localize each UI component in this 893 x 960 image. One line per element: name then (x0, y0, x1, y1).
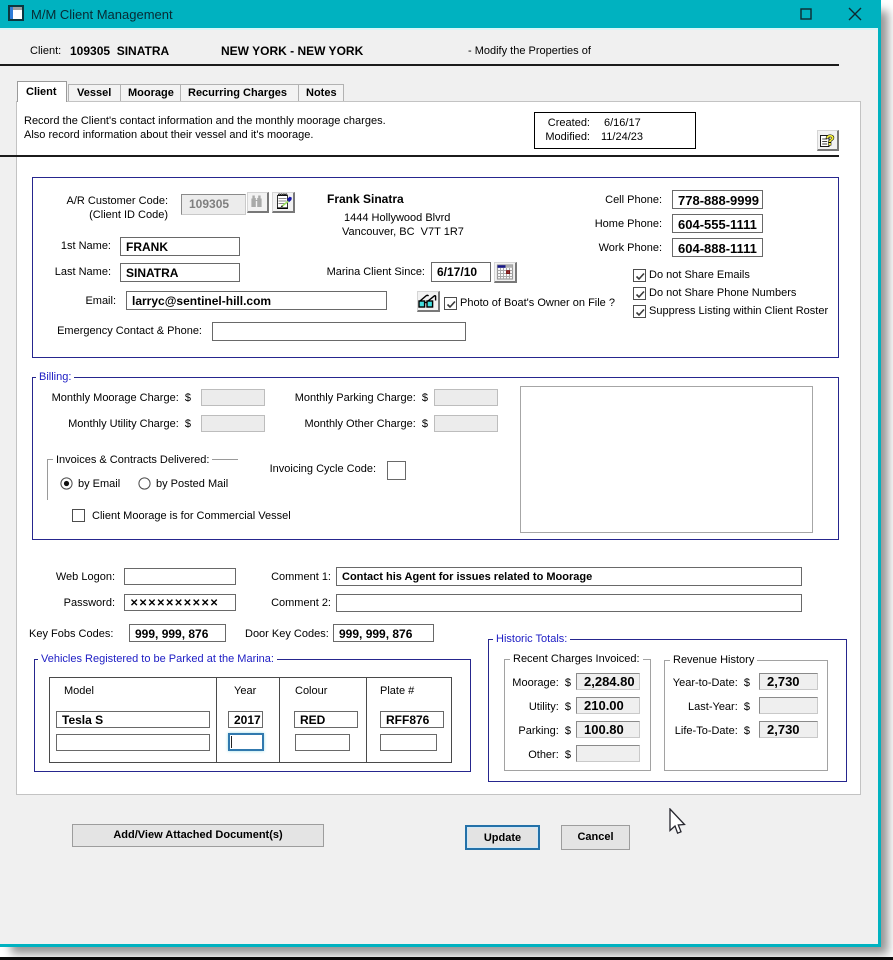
svg-text:?: ? (826, 133, 835, 149)
